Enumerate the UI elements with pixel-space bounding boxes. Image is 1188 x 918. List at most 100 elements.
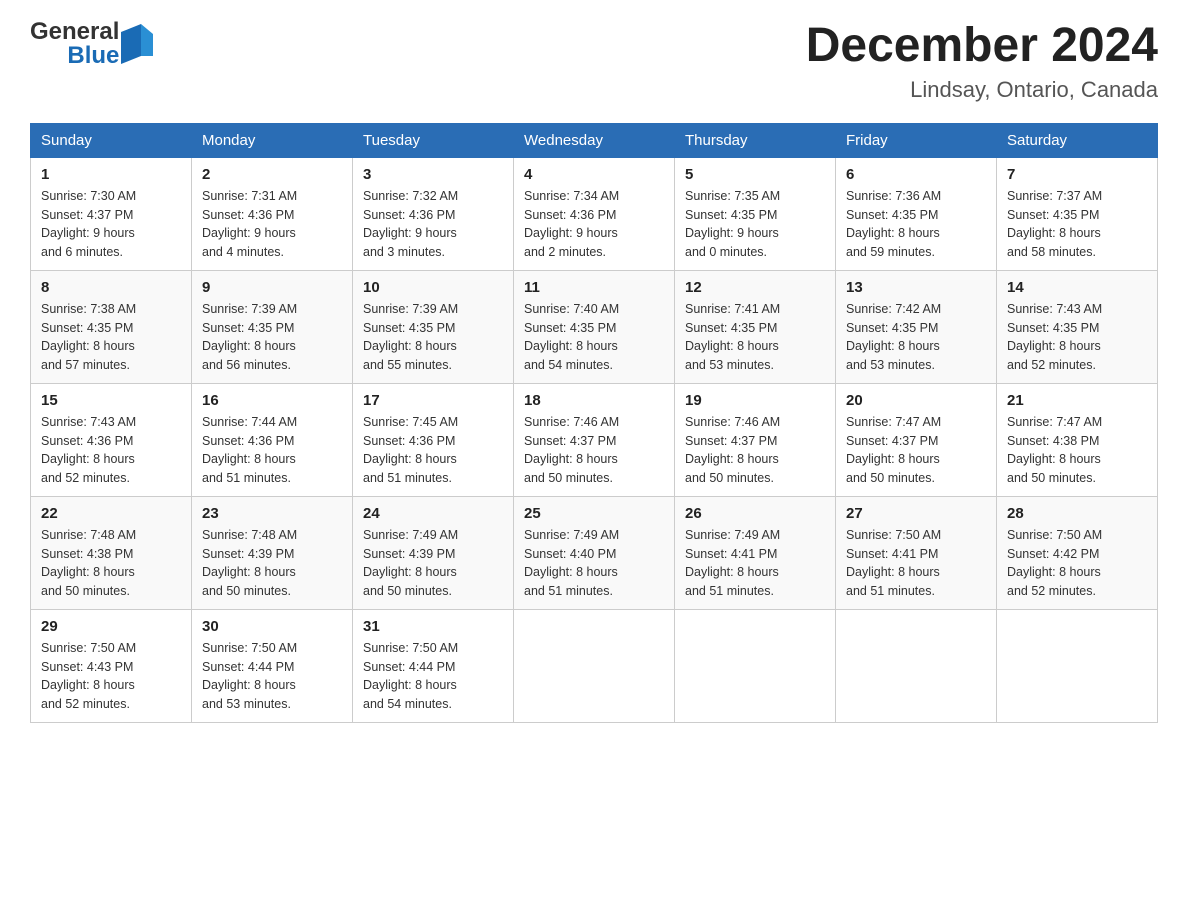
day-number: 21 xyxy=(1007,392,1147,409)
header-saturday: Saturday xyxy=(997,123,1158,157)
day-info: Sunrise: 7:42 AMSunset: 4:35 PMDaylight:… xyxy=(846,300,986,375)
day-number: 28 xyxy=(1007,505,1147,522)
calendar-day-14: 14 Sunrise: 7:43 AMSunset: 4:35 PMDaylig… xyxy=(997,270,1158,383)
day-number: 9 xyxy=(202,279,342,296)
day-number: 24 xyxy=(363,505,503,522)
calendar-day-24: 24 Sunrise: 7:49 AMSunset: 4:39 PMDaylig… xyxy=(353,496,514,609)
calendar-week-2: 8 Sunrise: 7:38 AMSunset: 4:35 PMDayligh… xyxy=(31,270,1158,383)
day-number: 19 xyxy=(685,392,825,409)
location-subtitle: Lindsay, Ontario, Canada xyxy=(806,77,1158,103)
header-tuesday: Tuesday xyxy=(353,123,514,157)
calendar-day-28: 28 Sunrise: 7:50 AMSunset: 4:42 PMDaylig… xyxy=(997,496,1158,609)
day-number: 14 xyxy=(1007,279,1147,296)
calendar-week-4: 22 Sunrise: 7:48 AMSunset: 4:38 PMDaylig… xyxy=(31,496,1158,609)
empty-cell xyxy=(675,609,836,722)
day-info: Sunrise: 7:36 AMSunset: 4:35 PMDaylight:… xyxy=(846,187,986,262)
day-info: Sunrise: 7:48 AMSunset: 4:38 PMDaylight:… xyxy=(41,526,181,601)
day-info: Sunrise: 7:30 AMSunset: 4:37 PMDaylight:… xyxy=(41,187,181,262)
day-info: Sunrise: 7:41 AMSunset: 4:35 PMDaylight:… xyxy=(685,300,825,375)
day-number: 5 xyxy=(685,166,825,183)
day-number: 8 xyxy=(41,279,181,296)
logo-blue: Blue xyxy=(67,44,119,68)
day-number: 16 xyxy=(202,392,342,409)
day-info: Sunrise: 7:32 AMSunset: 4:36 PMDaylight:… xyxy=(363,187,503,262)
day-number: 25 xyxy=(524,505,664,522)
day-info: Sunrise: 7:35 AMSunset: 4:35 PMDaylight:… xyxy=(685,187,825,262)
day-number: 3 xyxy=(363,166,503,183)
header-thursday: Thursday xyxy=(675,123,836,157)
day-info: Sunrise: 7:37 AMSunset: 4:35 PMDaylight:… xyxy=(1007,187,1147,262)
day-info: Sunrise: 7:50 AMSunset: 4:43 PMDaylight:… xyxy=(41,639,181,714)
day-info: Sunrise: 7:49 AMSunset: 4:40 PMDaylight:… xyxy=(524,526,664,601)
day-info: Sunrise: 7:38 AMSunset: 4:35 PMDaylight:… xyxy=(41,300,181,375)
calendar-day-16: 16 Sunrise: 7:44 AMSunset: 4:36 PMDaylig… xyxy=(192,383,353,496)
day-info: Sunrise: 7:46 AMSunset: 4:37 PMDaylight:… xyxy=(524,413,664,488)
calendar-week-5: 29 Sunrise: 7:50 AMSunset: 4:43 PMDaylig… xyxy=(31,609,1158,722)
calendar-week-3: 15 Sunrise: 7:43 AMSunset: 4:36 PMDaylig… xyxy=(31,383,1158,496)
day-info: Sunrise: 7:49 AMSunset: 4:41 PMDaylight:… xyxy=(685,526,825,601)
day-info: Sunrise: 7:31 AMSunset: 4:36 PMDaylight:… xyxy=(202,187,342,262)
day-number: 10 xyxy=(363,279,503,296)
header-wednesday: Wednesday xyxy=(514,123,675,157)
day-info: Sunrise: 7:39 AMSunset: 4:35 PMDaylight:… xyxy=(202,300,342,375)
calendar-day-15: 15 Sunrise: 7:43 AMSunset: 4:36 PMDaylig… xyxy=(31,383,192,496)
day-number: 30 xyxy=(202,618,342,635)
day-info: Sunrise: 7:47 AMSunset: 4:38 PMDaylight:… xyxy=(1007,413,1147,488)
day-number: 23 xyxy=(202,505,342,522)
day-info: Sunrise: 7:50 AMSunset: 4:44 PMDaylight:… xyxy=(202,639,342,714)
calendar-table: SundayMondayTuesdayWednesdayThursdayFrid… xyxy=(30,123,1158,723)
month-title: December 2024 xyxy=(806,20,1158,73)
calendar-day-12: 12 Sunrise: 7:41 AMSunset: 4:35 PMDaylig… xyxy=(675,270,836,383)
calendar-day-23: 23 Sunrise: 7:48 AMSunset: 4:39 PMDaylig… xyxy=(192,496,353,609)
calendar-day-17: 17 Sunrise: 7:45 AMSunset: 4:36 PMDaylig… xyxy=(353,383,514,496)
day-number: 22 xyxy=(41,505,181,522)
header-sunday: Sunday xyxy=(31,123,192,157)
calendar-day-2: 2 Sunrise: 7:31 AMSunset: 4:36 PMDayligh… xyxy=(192,157,353,270)
calendar-day-31: 31 Sunrise: 7:50 AMSunset: 4:44 PMDaylig… xyxy=(353,609,514,722)
title-area: December 2024 Lindsay, Ontario, Canada xyxy=(806,20,1158,103)
day-number: 20 xyxy=(846,392,986,409)
day-number: 13 xyxy=(846,279,986,296)
empty-cell xyxy=(836,609,997,722)
day-info: Sunrise: 7:46 AMSunset: 4:37 PMDaylight:… xyxy=(685,413,825,488)
day-info: Sunrise: 7:44 AMSunset: 4:36 PMDaylight:… xyxy=(202,413,342,488)
day-info: Sunrise: 7:34 AMSunset: 4:36 PMDaylight:… xyxy=(524,187,664,262)
calendar-day-9: 9 Sunrise: 7:39 AMSunset: 4:35 PMDayligh… xyxy=(192,270,353,383)
day-number: 1 xyxy=(41,166,181,183)
day-info: Sunrise: 7:50 AMSunset: 4:41 PMDaylight:… xyxy=(846,526,986,601)
day-number: 17 xyxy=(363,392,503,409)
day-info: Sunrise: 7:50 AMSunset: 4:44 PMDaylight:… xyxy=(363,639,503,714)
day-info: Sunrise: 7:50 AMSunset: 4:42 PMDaylight:… xyxy=(1007,526,1147,601)
calendar-day-26: 26 Sunrise: 7:49 AMSunset: 4:41 PMDaylig… xyxy=(675,496,836,609)
day-number: 15 xyxy=(41,392,181,409)
calendar-week-1: 1 Sunrise: 7:30 AMSunset: 4:37 PMDayligh… xyxy=(31,157,1158,270)
day-info: Sunrise: 7:47 AMSunset: 4:37 PMDaylight:… xyxy=(846,413,986,488)
calendar-day-3: 3 Sunrise: 7:32 AMSunset: 4:36 PMDayligh… xyxy=(353,157,514,270)
day-number: 2 xyxy=(202,166,342,183)
calendar-day-22: 22 Sunrise: 7:48 AMSunset: 4:38 PMDaylig… xyxy=(31,496,192,609)
calendar-day-25: 25 Sunrise: 7:49 AMSunset: 4:40 PMDaylig… xyxy=(514,496,675,609)
calendar-day-10: 10 Sunrise: 7:39 AMSunset: 4:35 PMDaylig… xyxy=(353,270,514,383)
calendar-day-4: 4 Sunrise: 7:34 AMSunset: 4:36 PMDayligh… xyxy=(514,157,675,270)
calendar-day-13: 13 Sunrise: 7:42 AMSunset: 4:35 PMDaylig… xyxy=(836,270,997,383)
day-info: Sunrise: 7:49 AMSunset: 4:39 PMDaylight:… xyxy=(363,526,503,601)
day-number: 27 xyxy=(846,505,986,522)
calendar-day-11: 11 Sunrise: 7:40 AMSunset: 4:35 PMDaylig… xyxy=(514,270,675,383)
calendar-header-row: SundayMondayTuesdayWednesdayThursdayFrid… xyxy=(31,123,1158,157)
day-number: 4 xyxy=(524,166,664,183)
day-number: 26 xyxy=(685,505,825,522)
calendar-day-29: 29 Sunrise: 7:50 AMSunset: 4:43 PMDaylig… xyxy=(31,609,192,722)
calendar-day-5: 5 Sunrise: 7:35 AMSunset: 4:35 PMDayligh… xyxy=(675,157,836,270)
empty-cell xyxy=(514,609,675,722)
day-info: Sunrise: 7:48 AMSunset: 4:39 PMDaylight:… xyxy=(202,526,342,601)
day-number: 6 xyxy=(846,166,986,183)
day-number: 7 xyxy=(1007,166,1147,183)
day-info: Sunrise: 7:43 AMSunset: 4:36 PMDaylight:… xyxy=(41,413,181,488)
day-info: Sunrise: 7:43 AMSunset: 4:35 PMDaylight:… xyxy=(1007,300,1147,375)
empty-cell xyxy=(997,609,1158,722)
calendar-day-20: 20 Sunrise: 7:47 AMSunset: 4:37 PMDaylig… xyxy=(836,383,997,496)
day-number: 11 xyxy=(524,279,664,296)
logo-general: General xyxy=(30,20,119,44)
day-info: Sunrise: 7:40 AMSunset: 4:35 PMDaylight:… xyxy=(524,300,664,375)
header-friday: Friday xyxy=(836,123,997,157)
